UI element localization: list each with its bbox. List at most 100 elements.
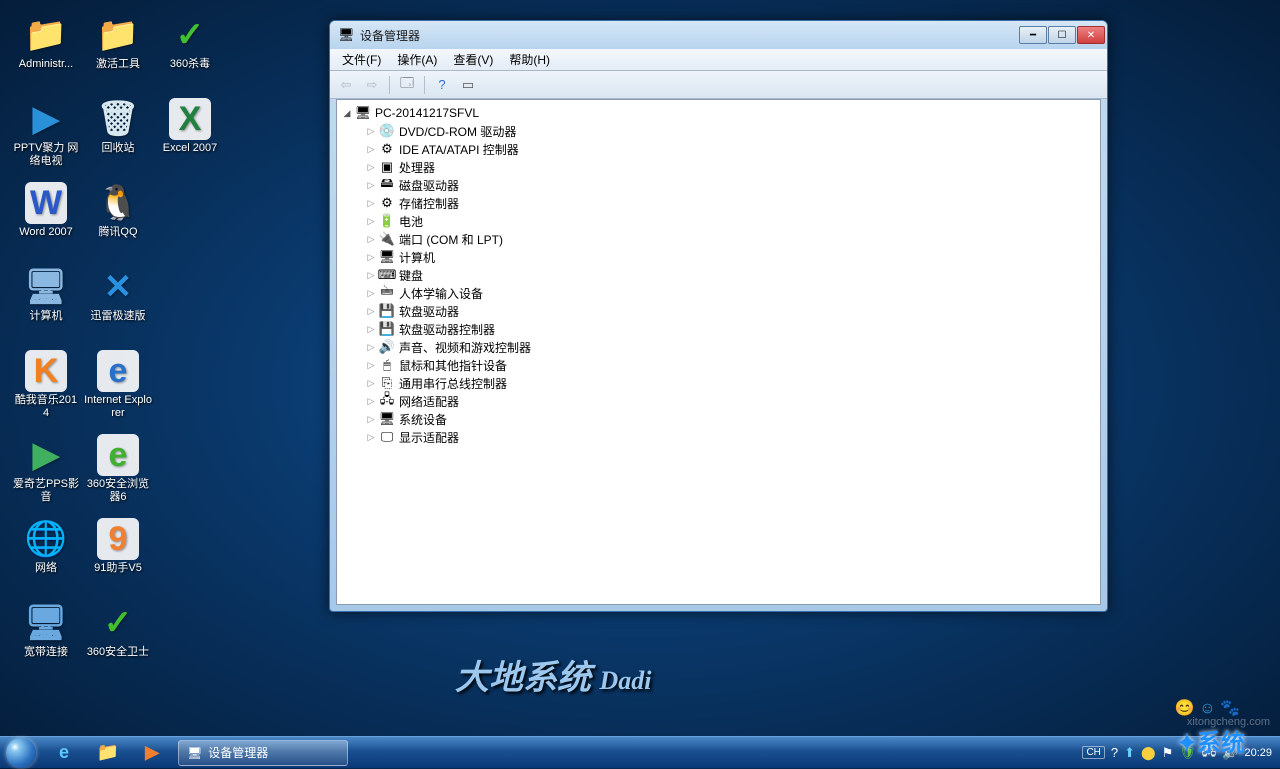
desktop-icon-5[interactable]: ▶爱奇艺PPS影音 [11,430,81,510]
tree-node[interactable]: ▷⚙IDE ATA/ATAPI 控制器 [339,140,1098,158]
tree-node[interactable]: ▷🖴磁盘驱动器 [339,176,1098,194]
expand-icon[interactable]: ▷ [365,287,377,299]
tree-node[interactable]: ▷🔌端口 (COM 和 LPT) [339,230,1098,248]
pinned-explorer[interactable]: 📁 [87,740,129,766]
expand-icon[interactable]: ▷ [365,161,377,173]
expand-icon[interactable]: ▷ [365,395,377,407]
expand-icon[interactable]: ▷ [365,431,377,443]
desktop-icon-0[interactable]: 📁Administr... [11,10,81,90]
device-icon: 🔌 [379,231,395,247]
back-button: ⇦ [334,74,358,96]
tree-node[interactable]: ▷🖥计算机 [339,248,1098,266]
tray-icon[interactable]: ⬆ [1124,745,1135,761]
desktop-icon-8[interactable]: 📁 激活工具 [83,10,153,90]
app-icon: ✓ [97,602,139,644]
app-icon: K [25,350,67,392]
expand-icon[interactable]: ▷ [365,233,377,245]
titlebar[interactable]: 🖥 设备管理器 ━ ☐ ✕ [330,21,1107,49]
desktop-icon-6[interactable]: 🌐网络 [11,514,81,594]
desktop-icon-2[interactable]: WWord 2007 [11,178,81,258]
tree-node[interactable]: ▷💾软盘驱动器控制器 [339,320,1098,338]
device-icon: 🔋 [379,213,395,229]
action-center-icon[interactable]: ⚑ [1162,745,1174,761]
expand-icon[interactable]: ▷ [365,359,377,371]
desktop-icon-12[interactable]: eInternet Explorer [83,346,153,426]
clock[interactable]: 20:29 [1244,747,1272,759]
desktop-icon-11[interactable]: ✕迅雷极速版 [83,262,153,342]
expand-icon[interactable]: ▷ [365,323,377,335]
desktop-icon-7[interactable]: 🖥宽带连接 [11,598,81,678]
expand-icon[interactable]: ▷ [365,125,377,137]
tree-node[interactable]: ▷🖱鼠标和其他指针设备 [339,356,1098,374]
expand-icon[interactable]: ▷ [365,377,377,389]
help-button[interactable]: ? [430,74,454,96]
desktop-icon-10[interactable]: 🐧腾讯QQ [83,178,153,258]
expand-icon[interactable]: ▷ [365,251,377,263]
desktop-icon-4[interactable]: K酷我音乐2014 [11,346,81,426]
expand-icon[interactable]: ▷ [365,413,377,425]
desktop-icon-3[interactable]: 🖥计算机 [11,262,81,342]
pinned-ie[interactable]: e [43,740,85,766]
tree-node[interactable]: ▷⚙存储控制器 [339,194,1098,212]
collapse-icon[interactable]: ◢ [341,107,353,119]
tray-icon[interactable]: ⬤ [1141,745,1156,761]
icon-label: 回收站 [102,142,135,155]
tree-node[interactable]: ▷▣处理器 [339,158,1098,176]
desktop-icon-1[interactable]: ▶PPTV聚力 网络电视 [11,94,81,174]
minimize-button[interactable]: ━ [1019,26,1047,44]
menu-v[interactable]: 查看(V) [445,49,501,70]
taskbar: e📁▶ 🖥 设备管理器 CH ? ⬆ ⬤ ⚑ 🛡 🖧 🔊 20:29 [0,736,1280,768]
tree-node[interactable]: ▷🖵显示适配器 [339,428,1098,446]
tree-node[interactable]: ▷🖧网络适配器 [339,392,1098,410]
desktop-icon-16[interactable]: ✓360杀毒 [155,10,225,90]
tree-node[interactable]: ▷🖥系统设备 [339,410,1098,428]
menu-f[interactable]: 文件(F) [334,49,389,70]
desktop-icon-17[interactable]: X Excel 2007 [155,94,225,174]
device-icon: 🖮 [379,285,395,301]
icon-label: Excel 2007 [163,142,217,155]
app-icon: X [169,98,211,140]
tree-node[interactable]: ▷💾软盘驱动器 [339,302,1098,320]
desktop-icon-15[interactable]: ✓ 360安全卫士 [83,598,153,678]
tree-root[interactable]: ◢🖥PC-20141217SFVL [339,104,1098,122]
ie-icon: e [59,742,69,763]
tree-node[interactable]: ▷⌨键盘 [339,266,1098,284]
expand-icon[interactable]: ▷ [365,197,377,209]
menu-h[interactable]: 帮助(H) [501,49,558,70]
device-icon: 🖵 [379,429,395,445]
tree-content[interactable]: ◢🖥PC-20141217SFVL▷💿DVD/CD-ROM 驱动器▷⚙IDE A… [336,99,1101,605]
expand-icon[interactable]: ▷ [365,215,377,227]
tree-node[interactable]: ▷🔊声音、视频和游戏控制器 [339,338,1098,356]
app-icon: 🌐 [25,518,67,560]
maximize-button[interactable]: ☐ [1048,26,1076,44]
ime-indicator[interactable]: CH [1082,746,1104,759]
help-icon[interactable]: ? [1111,745,1118,760]
expand-icon[interactable]: ▷ [365,143,377,155]
device-icon: 💿 [379,123,395,139]
close-button[interactable]: ✕ [1077,26,1105,44]
expand-icon[interactable]: ▷ [365,341,377,353]
desktop-icon-14[interactable]: 991助手V5 [83,514,153,594]
start-button[interactable] [0,737,42,769]
tree-node[interactable]: ▷⎘通用串行总线控制器 [339,374,1098,392]
window-icon: 🖥 [338,27,354,43]
expand-icon[interactable]: ▷ [365,179,377,191]
show-hidden-button[interactable]: 🗔 [395,74,419,96]
expand-icon[interactable]: ▷ [365,305,377,317]
app-icon: 📁 [97,14,139,56]
icon-label: 计算机 [30,310,63,323]
icon-label: PPTV聚力 网络电视 [12,142,80,168]
menu-a[interactable]: 操作(A) [389,49,445,70]
desktop-icon-9[interactable]: 🗑回收站 [83,94,153,174]
device-icon: 🖴 [379,177,395,193]
tree-node[interactable]: ▷🖮人体学输入设备 [339,284,1098,302]
properties-button[interactable]: ▭ [456,74,480,96]
desktop-icon-13[interactable]: e360安全浏览器6 [83,430,153,510]
pinned-media-player[interactable]: ▶ [131,740,173,766]
icon-label: 360安全卫士 [87,646,149,659]
tree-node[interactable]: ▷🔋电池 [339,212,1098,230]
expand-icon[interactable]: ▷ [365,269,377,281]
icon-label: 激活工具 [96,58,140,71]
taskbar-app-device-manager[interactable]: 🖥 设备管理器 [178,740,348,766]
tree-node[interactable]: ▷💿DVD/CD-ROM 驱动器 [339,122,1098,140]
